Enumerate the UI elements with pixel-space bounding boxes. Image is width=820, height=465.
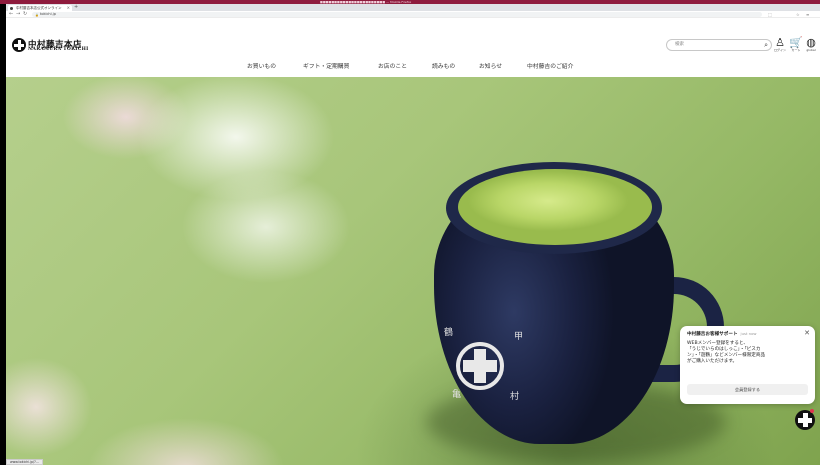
global-button[interactable]: ◍ global <box>803 37 819 52</box>
mug-char: 甲 <box>514 332 524 342</box>
tab-bar: 中村藤吉本店公式オンライン × + <box>6 4 820 11</box>
search-icon[interactable]: ⌕ <box>764 41 768 50</box>
reload-icon[interactable]: ↻ <box>23 11 27 18</box>
logo-text-en: NAKAMURA TOKICHI <box>28 47 89 52</box>
support-chat-popup[interactable]: 中村藤吉お客様サポート just now ✕ WEBメンバー登録をすると、 「うじ… <box>680 326 815 404</box>
globe-icon: ◍ <box>806 36 816 49</box>
user-icon: ♙ <box>775 36 785 49</box>
url-bar[interactable]: 🔒 tokichi.jp <box>32 12 762 17</box>
extensions-icon[interactable]: ⬚ <box>768 11 772 18</box>
site-header: 中村藤吉本店 NAKAMURA TOKICHI 検索 ⌕ ♙ ログイン 🛒 カー… <box>6 19 820 77</box>
url-text: tokichi.jp <box>40 12 56 16</box>
mug-emblem-icon <box>456 342 504 390</box>
chat-timestamp: just now <box>740 331 757 336</box>
close-icon[interactable]: ✕ <box>804 329 810 337</box>
lock-icon: 🔒 <box>35 13 39 17</box>
back-icon[interactable]: ← <box>9 11 13 18</box>
new-tab-icon[interactable]: + <box>74 4 78 11</box>
chat-header: 中村藤吉お客様サポート just now <box>687 331 808 337</box>
nav-item-about[interactable]: 中村藤吉のご紹介 <box>527 61 573 70</box>
favicon-icon <box>10 6 13 10</box>
hero-image: 鶴 甲 亀 村 <box>6 77 820 465</box>
login-button[interactable]: ♙ ログイン <box>772 37 788 52</box>
login-caption: ログイン <box>773 48 786 52</box>
matcha-surface <box>458 169 652 245</box>
browser-toolbar: ← → ↻ 🔒 tokichi.jp ⬚ ☆ ≡ <box>6 11 820 18</box>
nav-item-shopping[interactable]: お買いもの <box>247 61 276 70</box>
chat-title: 中村藤吉お客様サポート <box>687 332 738 337</box>
bookmark-icon[interactable]: ☆ <box>796 11 800 18</box>
search-placeholder: 検索 <box>675 42 684 47</box>
chat-launcher-button[interactable] <box>795 410 815 430</box>
status-bar-url: www.tokichi.jp/?... <box>6 459 43 465</box>
chat-message: WEBメンバー登録をすると、 「うじでいらのはしっこ」・「ビスカ ン」・「遊鶴」… <box>687 341 808 365</box>
mug-char: 鶴 <box>444 328 454 338</box>
chat-line: がご購入いただけます。 <box>687 359 738 364</box>
logo-emblem-icon <box>12 38 26 52</box>
nav-item-gift[interactable]: ギフト・定期購買 <box>303 61 349 70</box>
notification-badge <box>810 409 814 413</box>
nav-item-store[interactable]: お店のこと <box>378 61 407 70</box>
search-input[interactable]: 検索 ⌕ <box>666 39 772 51</box>
tab-title: 中村藤吉本店公式オンライン <box>16 6 62 10</box>
cart-button[interactable]: 🛒 カート <box>788 37 804 52</box>
menu-icon[interactable]: ≡ <box>806 11 809 18</box>
register-member-button[interactable]: 会員登録する <box>687 384 808 395</box>
nav-item-news[interactable]: お知らせ <box>479 61 502 70</box>
mug-char: 村 <box>510 392 520 402</box>
nav-item-reading[interactable]: 読みもの <box>432 61 455 70</box>
mug-char: 亀 <box>452 390 462 400</box>
cart-icon: 🛒 <box>789 36 803 49</box>
forward-icon[interactable]: → <box>16 11 20 18</box>
